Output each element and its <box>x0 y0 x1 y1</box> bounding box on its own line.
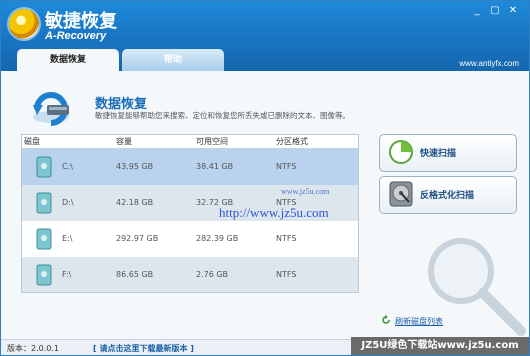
maximize-button[interactable]: ▢ <box>489 5 501 17</box>
tab-data-recovery[interactable]: 数据恢复 <box>17 49 119 71</box>
update-link[interactable]: [ 请点击这里下载最新版本 ] <box>93 343 194 354</box>
page-description: 敏捷恢复能够帮助您来搜索、定位和恢复您所丢失或已删除的文本、图像等。 <box>95 111 350 120</box>
quick-scan-button[interactable]: 快速扫描 <box>379 134 517 172</box>
cell-capacity: 42.18 GB <box>116 198 154 207</box>
column-header-filesystem[interactable]: 分区格式 <box>276 136 308 147</box>
app-window: 敏捷恢复 A-Recovery _ ▢ ✕ 数据恢复 帮助 www.antiyf… <box>0 0 530 356</box>
cell-filesystem: NTFS <box>276 270 297 279</box>
cell-filesystem: NTFS <box>276 234 297 243</box>
quick-scan-label: 快速扫描 <box>420 149 457 159</box>
column-header-free[interactable]: 可用空间 <box>196 136 228 147</box>
table-row[interactable]: C:\ 43.95 GB 38.41 GB NTFS <box>22 149 358 185</box>
app-logo <box>9 9 39 39</box>
cell-free: 282.39 GB <box>196 234 239 243</box>
cell-capacity: 292.97 GB <box>116 234 159 243</box>
cell-free: 38.41 GB <box>196 162 234 171</box>
column-header-disk[interactable]: 磁盘 <box>24 136 40 147</box>
table-row[interactable]: E:\ 292.97 GB 282.39 GB NTFS <box>22 221 358 257</box>
version-label: 版本：2.0.0.1 <box>7 344 59 353</box>
format-scan-button[interactable]: 反格式化扫描 <box>379 176 517 214</box>
title-bar: 敏捷恢复 A-Recovery _ ▢ ✕ 数据恢复 帮助 www.antiyf… <box>1 1 529 71</box>
drive-icon <box>36 228 52 250</box>
minimize-button[interactable]: _ <box>471 5 483 17</box>
tab-help[interactable]: 帮助 <box>122 49 224 71</box>
drive-icon <box>36 156 52 178</box>
cell-free: 2.76 GB <box>196 270 229 279</box>
hard-disk-icon <box>389 181 413 207</box>
table-header: 磁盘 容量 可用空间 分区格式 <box>22 135 358 149</box>
quick-scan-icon <box>389 140 413 164</box>
watermark-banner: JZ5U绿色下载站www.jz5u.com <box>351 337 529 355</box>
recovery-icon <box>33 92 69 126</box>
format-scan-label: 反格式化扫描 <box>420 191 475 201</box>
watermark-text: http://www.jz5u.com <box>219 205 329 220</box>
table-row[interactable]: F:\ 86.65 GB 2.76 GB NTFS <box>22 257 358 292</box>
refresh-icon <box>382 315 390 324</box>
drive-icon <box>36 264 52 286</box>
cell-disk: F:\ <box>62 270 72 279</box>
watermark-small-text: www.jz5u.com <box>281 187 330 196</box>
refresh-disk-list-link[interactable]: 刷新磁盘列表 <box>395 316 443 327</box>
cell-disk: D:\ <box>62 198 74 207</box>
close-button[interactable]: ✕ <box>507 5 519 17</box>
cell-disk: E:\ <box>62 234 73 243</box>
cell-disk: C:\ <box>62 162 73 171</box>
site-url[interactable]: www.antiyfx.com <box>459 59 519 68</box>
cell-filesystem: NTFS <box>276 162 297 171</box>
cell-capacity: 86.65 GB <box>116 270 154 279</box>
app-subtitle: A-Recovery <box>45 30 107 42</box>
cell-capacity: 43.95 GB <box>116 162 154 171</box>
column-header-capacity[interactable]: 容量 <box>116 136 132 147</box>
drive-icon <box>36 192 52 214</box>
